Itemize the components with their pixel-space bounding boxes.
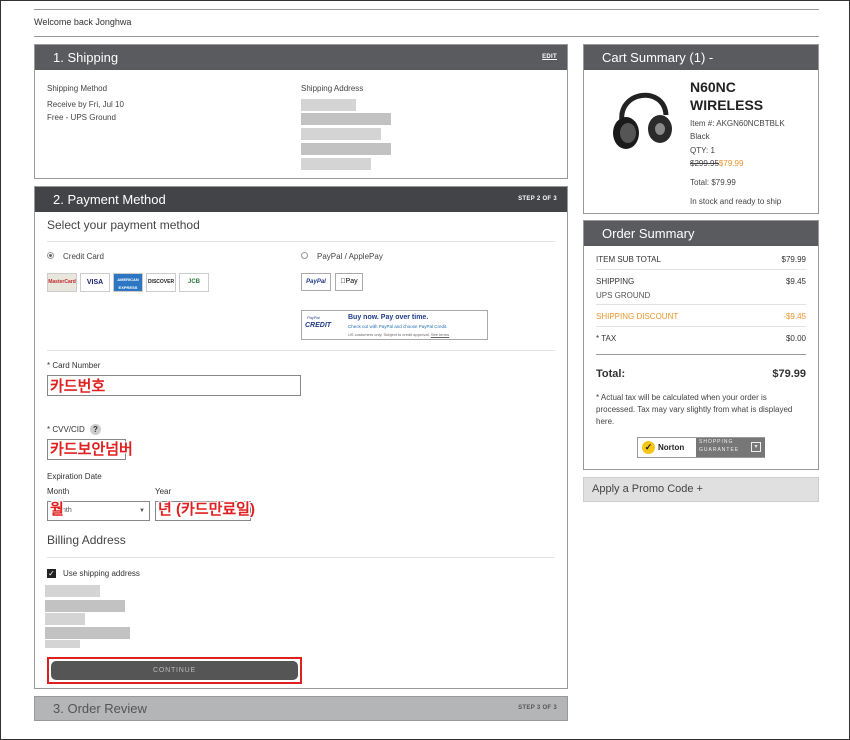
year-annotation: 년 (카드만료일) [158,501,255,518]
norton-sub1: SHOPPING [699,439,734,445]
shipping-title: 1. Shipping [53,50,119,65]
order-summary-header: Order Summary [584,221,818,246]
paypal-credit-logo-small: PayPal [307,315,320,320]
paypal-applepay-label: PayPal / ApplePay [317,252,383,261]
jcb-icon: JCB [179,273,209,292]
paypal-credit-banner[interactable]: PayPal CREDIT Buy now. Pay over time. Ch… [301,310,488,340]
year-label: Year [155,487,172,496]
payment-panel: 2. Payment Method STEP 2 OF 3 Select you… [34,186,568,689]
paypal-credit-logo: CREDIT [305,322,332,329]
credit-banner-line2: US customers only. Subject to credit app… [348,332,430,337]
product-qty: QTY: 1 [690,146,715,155]
norton-label: Norton [658,443,685,452]
shipping-method: UPS GROUND [596,291,651,300]
tax-note: * Actual tax will be calculated when you… [596,393,793,426]
shipping-address-redacted [301,99,356,111]
amex-icon: AMERICAN EXPRESS [113,273,143,292]
order-review-panel: 3. Order Review STEP 3 OF 3 [34,696,568,721]
shipping-panel: 1. Shipping EDIT Shipping Method Receive… [34,44,568,179]
shipping-value: $9.45 [785,277,806,286]
order-summary-title: Order Summary [602,226,695,241]
cvv-annotation: 카드보안넘버 [50,441,133,458]
order-review-step: STEP 3 OF 3 [518,705,557,711]
use-shipping-label: Use shipping address [63,569,140,578]
edit-shipping-link[interactable]: EDIT [542,45,557,70]
total-label: Total: [596,368,626,380]
paypal-applepay-radio[interactable] [301,252,308,259]
credit-card-label: Credit Card [63,252,104,261]
cvv-help-icon[interactable]: ? [90,424,101,435]
cart-summary-panel: Cart Summary (1) - N60NC WIRELESS Item #… [583,44,819,214]
applepay-label: Pay [342,278,358,285]
payment-header: 2. Payment Method STEP 2 OF 3 [35,187,567,212]
shipping-discount-label: SHIPPING DISCOUNT [596,312,679,321]
cart-summary-title: Cart Summary (1) - [602,50,714,65]
product-total: Total: $79.99 [690,178,736,187]
paypal-button[interactable]: PayPal [301,273,331,291]
billing-address-title: Billing Address [47,533,126,547]
visa-icon: VISA [80,273,110,292]
product-name-line2: WIRELESS [690,97,764,113]
discover-icon: DISCOVER [146,273,176,292]
month-label: Month [47,487,70,496]
card-number-annotation: 카드번호 [50,378,106,395]
norton-check-icon: ✓ [642,441,655,454]
credit-card-radio[interactable] [47,252,54,259]
cvv-label: * CVV/CID [47,425,85,434]
shipping-discount-value: -$9.45 [783,312,806,321]
product-old-price: $299.95 [690,159,719,168]
shipping-method-type: Free - UPS Ground [47,113,116,122]
month-annotation: 월 [50,501,64,518]
order-review-title: 3. Order Review [53,701,147,716]
tax-value: $0.00 [785,334,806,343]
expiration-label: Expiration Date [47,472,102,481]
product-name-line1: N60NC [690,79,736,95]
payment-title: 2. Payment Method [53,192,166,207]
subtotal-value: $79.99 [781,255,806,264]
norton-sub2: GUARANTEE [699,447,740,453]
see-terms-link[interactable]: See terms [431,332,449,337]
payment-step: STEP 2 OF 3 [518,196,557,202]
norton-chevron-down-icon: ▾ [751,442,761,452]
credit-banner-title: Buy now. Pay over time. [348,314,429,321]
shipping-label: SHIPPING [596,277,635,286]
shipping-header: 1. Shipping EDIT [35,45,567,70]
select-payment-title: Select your payment method [47,218,200,232]
product-new-price: $79.99 [718,159,744,168]
shipping-address-label: Shipping Address [301,84,364,93]
subtotal-label: ITEM SUB TOTAL [596,255,661,264]
shipping-method-label: Shipping Method [47,84,108,93]
credit-banner-line1: Check out with PayPal and choose PayPal … [348,324,448,329]
welcome-message: Welcome back Jonghwa [34,17,132,27]
card-number-label: * Card Number [47,361,101,370]
product-color: Black [690,132,710,141]
product-stock: In stock and ready to ship [690,197,782,206]
shipping-method-date: Receive by Fri, Jul 10 [47,100,124,109]
mastercard-icon: MasterCard [47,273,77,292]
product-item-number: Item #: AKGN60NCBTBLK [690,119,785,128]
continue-button[interactable]: CONTINUE [51,661,298,680]
billing-address-redacted [45,585,100,597]
use-shipping-checkbox[interactable]: ✓ [47,569,56,578]
order-summary-panel: Order Summary ITEM SUB TOTAL $79.99 SHIP… [583,220,819,470]
order-review-header: 3. Order Review STEP 3 OF 3 [35,697,567,720]
promo-code-toggle[interactable]: Apply a Promo Code + [583,477,819,502]
product-image [613,92,672,149]
applepay-button[interactable]: Pay [335,273,363,291]
month-dropdown-icon: ▼ [139,508,145,514]
tax-label: * TAX [596,334,617,343]
cart-summary-header[interactable]: Cart Summary (1) - [584,45,818,70]
norton-badge[interactable]: ✓ Norton SHOPPING GUARANTEE ▾ [637,437,765,458]
total-value: $79.99 [772,368,806,380]
